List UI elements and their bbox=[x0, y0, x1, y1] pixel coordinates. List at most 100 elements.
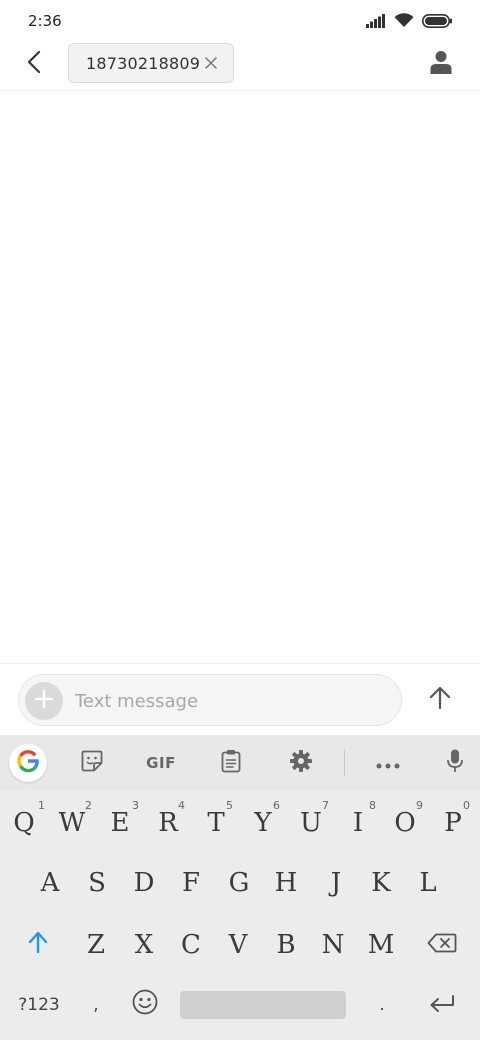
key-label: Y bbox=[254, 808, 272, 838]
key-hint: 8 bbox=[369, 799, 376, 812]
message-input[interactable] bbox=[75, 687, 385, 715]
key-label: R bbox=[158, 808, 178, 838]
key-hint: 9 bbox=[416, 799, 423, 812]
google-button[interactable] bbox=[9, 744, 47, 782]
key-hint: 2 bbox=[85, 799, 92, 812]
key-c[interactable]: C bbox=[169, 923, 213, 967]
key-label: J bbox=[330, 868, 342, 898]
toolbar-divider bbox=[344, 749, 345, 776]
key-label: . bbox=[379, 995, 385, 1015]
key-b[interactable]: B bbox=[264, 923, 308, 967]
key-j[interactable]: J bbox=[314, 861, 358, 905]
key-label: V bbox=[228, 930, 248, 960]
key-label: ?123 bbox=[18, 995, 60, 1015]
voice-input-button[interactable] bbox=[436, 744, 474, 782]
emoji-key[interactable] bbox=[124, 983, 166, 1027]
key-label: H bbox=[274, 868, 298, 898]
key-label: M bbox=[367, 930, 395, 960]
sticker-button[interactable] bbox=[73, 744, 111, 782]
key-x[interactable]: X bbox=[122, 923, 166, 967]
enter-key[interactable] bbox=[418, 983, 466, 1027]
key-l[interactable]: L bbox=[406, 861, 450, 905]
status-icons bbox=[366, 13, 452, 32]
key-h[interactable]: H bbox=[264, 861, 308, 905]
conversation-header: 18730218809 bbox=[0, 40, 480, 91]
more-button[interactable] bbox=[369, 744, 407, 782]
key-label: C bbox=[181, 930, 201, 960]
key-k[interactable]: K bbox=[359, 861, 403, 905]
key-label: Z bbox=[86, 930, 106, 960]
status-bar: 2:36 bbox=[0, 0, 480, 40]
key-hint: 0 bbox=[463, 799, 470, 812]
key-hint: 4 bbox=[178, 799, 185, 812]
chevron-left-icon bbox=[27, 50, 41, 78]
key-hint: 1 bbox=[38, 799, 45, 812]
key-label: A bbox=[40, 868, 60, 898]
key-label: X bbox=[134, 930, 154, 960]
key-f[interactable]: F bbox=[169, 861, 213, 905]
settings-button[interactable] bbox=[282, 744, 320, 782]
key-d[interactable]: D bbox=[122, 861, 166, 905]
close-icon[interactable] bbox=[203, 55, 219, 71]
compose-field bbox=[18, 674, 402, 726]
symbols-key[interactable]: ?123 bbox=[12, 983, 66, 1027]
key-label: P bbox=[444, 808, 462, 838]
period-key[interactable]: . bbox=[362, 983, 402, 1027]
key-label: G bbox=[228, 868, 250, 898]
person-icon bbox=[430, 50, 452, 78]
key-label: U bbox=[300, 808, 322, 838]
sticker-icon bbox=[81, 750, 103, 776]
attach-button[interactable] bbox=[25, 682, 63, 720]
back-button[interactable] bbox=[18, 48, 50, 80]
wifi-icon bbox=[394, 13, 414, 32]
key-label: K bbox=[371, 868, 391, 898]
key-hint: 6 bbox=[273, 799, 280, 812]
status-time: 2:36 bbox=[28, 12, 62, 30]
arrow-up-icon bbox=[429, 686, 451, 714]
key-label: N bbox=[321, 930, 345, 960]
key-v[interactable]: V bbox=[216, 923, 260, 967]
plus-icon bbox=[34, 689, 54, 712]
backspace-key[interactable] bbox=[418, 923, 466, 967]
compose-bar bbox=[0, 663, 480, 735]
key-label: Q bbox=[13, 808, 35, 838]
shift-key[interactable] bbox=[14, 923, 62, 967]
comma-key[interactable]: , bbox=[76, 983, 116, 1027]
key-hint: 5 bbox=[226, 799, 233, 812]
key-label: D bbox=[133, 868, 155, 898]
more-icon bbox=[376, 754, 400, 773]
google-icon bbox=[16, 749, 40, 777]
key-n[interactable]: N bbox=[311, 923, 355, 967]
key-label: S bbox=[88, 868, 106, 898]
shift-icon bbox=[28, 930, 48, 960]
key-a[interactable]: A bbox=[28, 861, 72, 905]
clipboard-icon bbox=[221, 749, 241, 777]
key-s[interactable]: S bbox=[75, 861, 119, 905]
signal-icon bbox=[366, 13, 386, 32]
space-key[interactable] bbox=[180, 991, 346, 1019]
battery-icon bbox=[422, 13, 452, 32]
key-label: T bbox=[207, 808, 225, 838]
key-hint: 7 bbox=[322, 799, 329, 812]
key-label: B bbox=[276, 930, 296, 960]
key-label: O bbox=[394, 808, 416, 838]
keyboard-toolbar: GIF bbox=[0, 735, 480, 790]
clipboard-button[interactable] bbox=[212, 744, 250, 782]
send-button[interactable] bbox=[422, 682, 458, 718]
keyboard: G I F Q 1 W 2 E 3 R 4 T 5 Y 6 U 7 I 8 O 9 … bbox=[0, 735, 480, 1040]
microphone-icon bbox=[447, 749, 463, 777]
key-hint: 3 bbox=[132, 799, 139, 812]
key-g[interactable]: G bbox=[217, 861, 261, 905]
contact-button[interactable] bbox=[424, 47, 458, 81]
key-label: E bbox=[110, 808, 130, 838]
gif-button[interactable]: GIF bbox=[141, 744, 181, 782]
key-z[interactable]: Z bbox=[74, 923, 118, 967]
key-label: F bbox=[181, 868, 201, 898]
key-label: I bbox=[352, 808, 364, 838]
enter-icon bbox=[429, 990, 455, 1020]
key-m[interactable]: M bbox=[359, 923, 403, 967]
recipient-number: 18730218809 bbox=[86, 54, 201, 73]
key-label: L bbox=[419, 868, 437, 898]
recipient-chip[interactable]: 18730218809 bbox=[68, 43, 234, 83]
gif-label: GIF bbox=[146, 754, 176, 772]
